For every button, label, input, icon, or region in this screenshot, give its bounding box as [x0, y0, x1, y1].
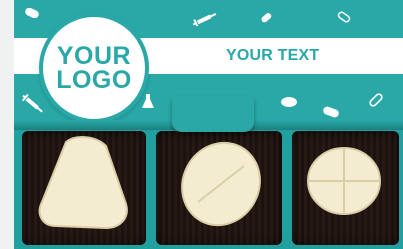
logo-text-line1: YOUR [56, 42, 132, 70]
tablet-icon [280, 96, 298, 108]
capsule-icon [366, 90, 386, 110]
pill-icon [322, 106, 340, 118]
logo-placeholder: YOUR LOGO [39, 13, 149, 123]
triangle-white-chocolate [36, 134, 132, 234]
flask-icon [140, 93, 156, 111]
oval-white-chocolate [176, 138, 266, 228]
capsule-icon [336, 10, 352, 24]
lid-tab [172, 96, 254, 132]
custom-text: YOUR TEXT [226, 47, 320, 64]
round-white-chocolate [306, 146, 382, 216]
capsule-icon [258, 10, 274, 26]
logo-text-line2: LOGO [56, 66, 132, 94]
syringe-icon [20, 92, 46, 116]
syringe-icon [192, 12, 218, 26]
chocolate-box: YOUR LOGO YOUR TEXT [0, 0, 403, 249]
box-edge [0, 0, 14, 249]
pill-icon [24, 8, 40, 18]
